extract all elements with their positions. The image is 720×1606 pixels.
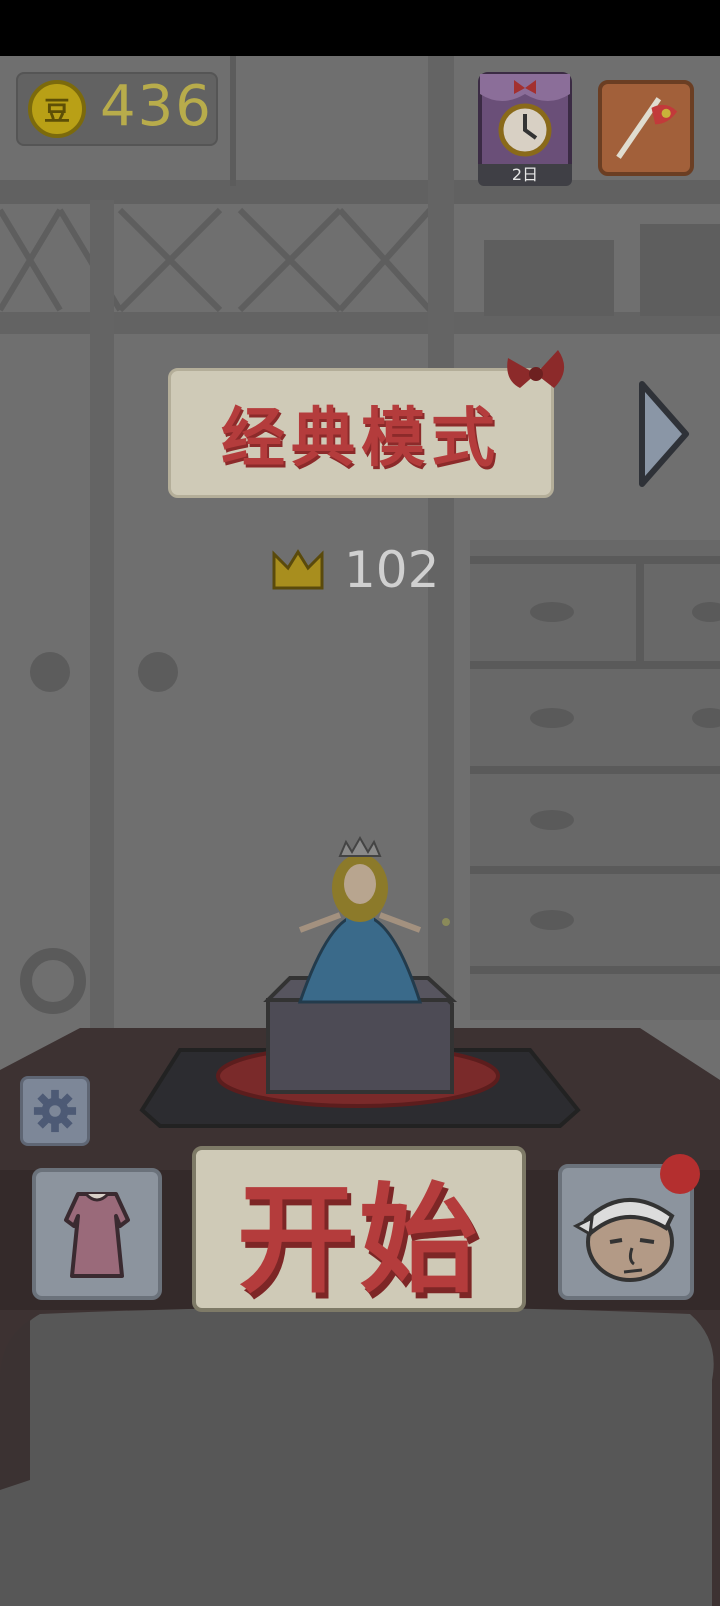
start-button[interactable]: 开始 — [192, 1146, 526, 1312]
coin-symbol: 豆 — [43, 96, 70, 127]
game-background — [0, 0, 720, 1606]
crown-count: 102 — [344, 541, 440, 599]
circle-icon[interactable] — [20, 948, 86, 1014]
wardrobe-button[interactable] — [32, 1168, 162, 1300]
crown-icon — [272, 549, 324, 590]
timer-label: 2日 — [478, 164, 572, 186]
flag-icon — [616, 97, 678, 159]
bow-icon — [507, 350, 565, 388]
mode-title-plate[interactable]: 经典模式 — [168, 368, 554, 498]
flag-button[interactable] — [598, 80, 694, 176]
start-label: 开始 — [236, 1170, 481, 1309]
notification-badge — [660, 1154, 700, 1194]
mode-title: 经典模式 — [221, 402, 501, 476]
right-arrow-icon[interactable] — [636, 378, 692, 490]
settings-button[interactable] — [20, 1076, 90, 1146]
gear-icon — [33, 1089, 77, 1133]
dress-icon — [64, 1192, 130, 1278]
coin-count: 436 — [100, 74, 213, 139]
coin-icon: 豆 — [28, 80, 86, 138]
